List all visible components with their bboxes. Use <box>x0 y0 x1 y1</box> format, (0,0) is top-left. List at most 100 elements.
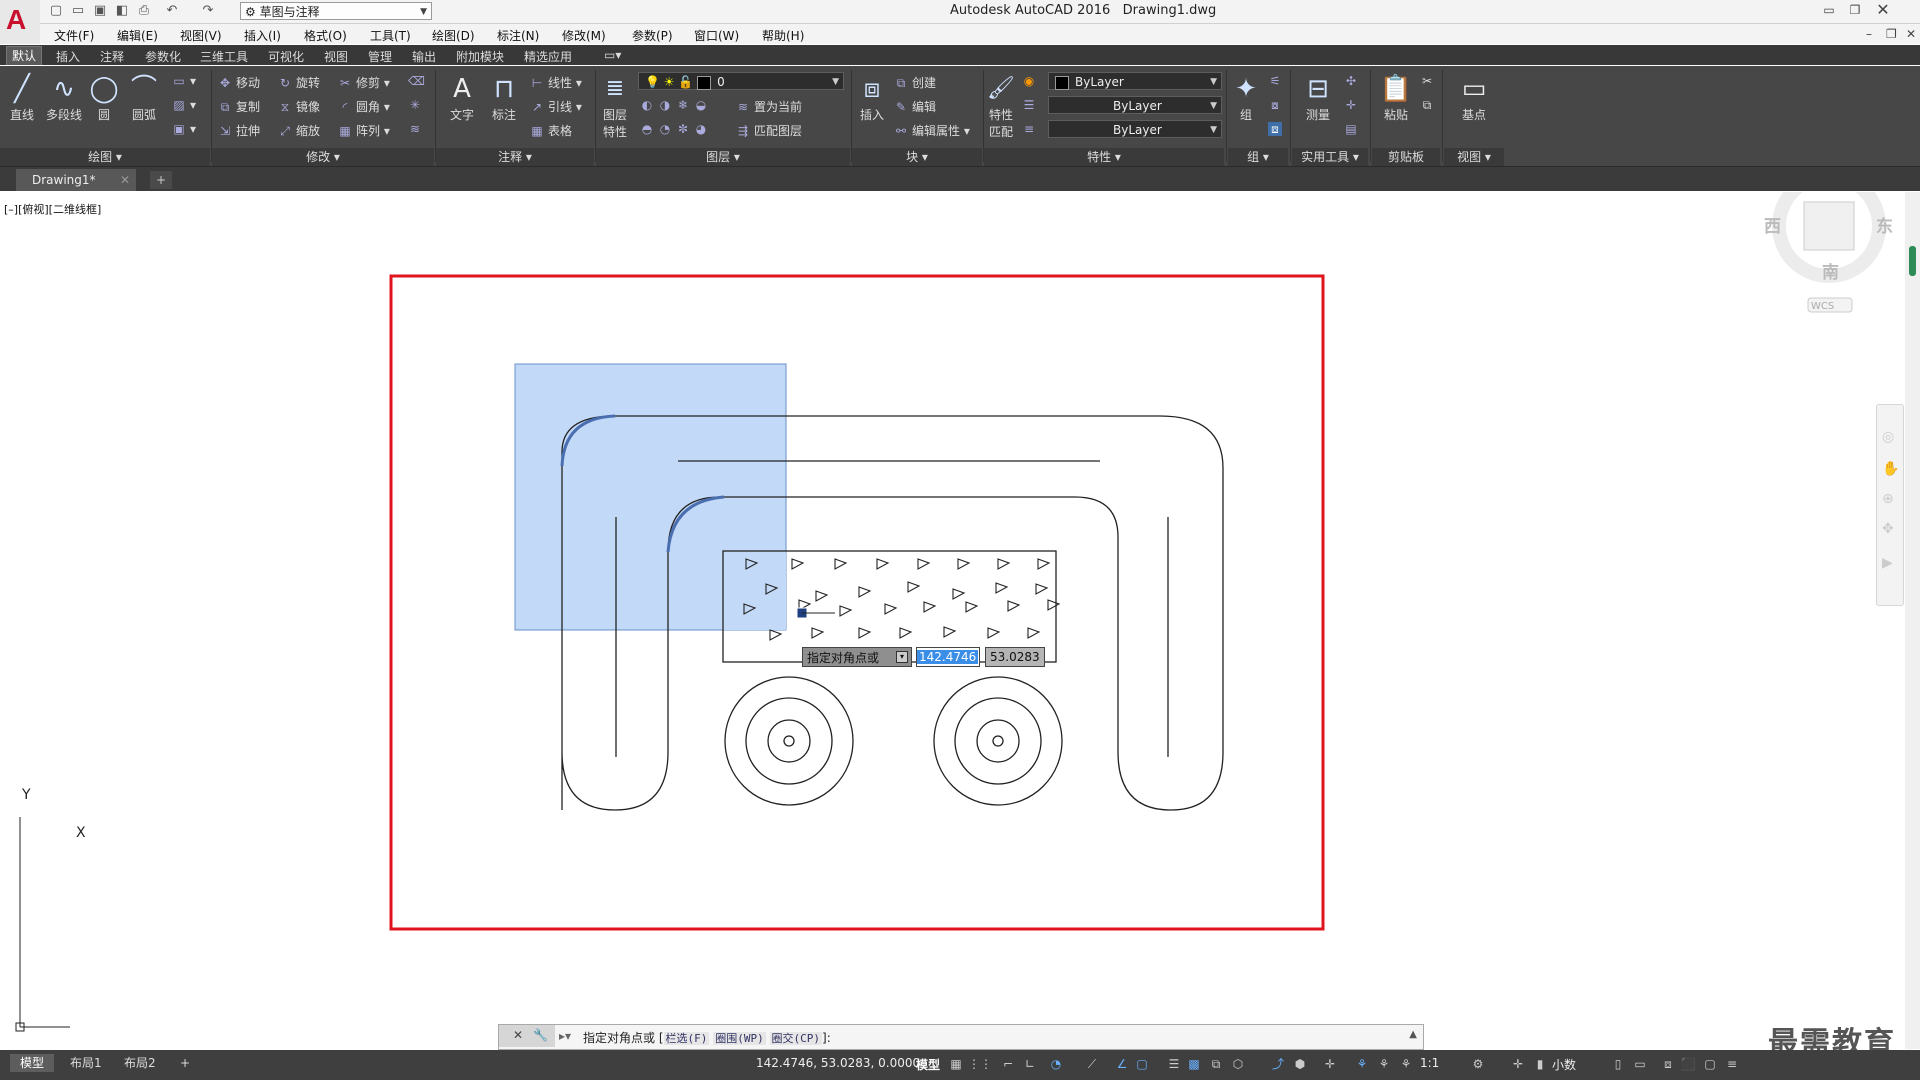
open-file-icon[interactable]: ▭ <box>70 3 86 19</box>
tab-insert[interactable]: 插入 <box>56 48 80 65</box>
gizmo-icon[interactable]: ✛ <box>1322 1056 1338 1072</box>
ortho-icon[interactable]: ∟ <box>1022 1056 1038 1072</box>
polyline-button[interactable]: ∿ 多段线 <box>44 72 84 123</box>
annotation-visibility-icon[interactable]: ⚘ <box>1354 1056 1370 1072</box>
cut-icon[interactable]: ✂ <box>1420 74 1438 88</box>
compass-south[interactable]: 南 <box>1822 262 1839 283</box>
quick-select-icon[interactable]: ✣ <box>1344 74 1362 88</box>
auto-scale-icon[interactable]: ⚘ <box>1376 1056 1392 1072</box>
option-fence[interactable]: 栏选(F) <box>663 1032 710 1045</box>
menu-insert[interactable]: 插入(I) <box>244 27 281 44</box>
scrollbar-thumb[interactable] <box>1909 246 1916 276</box>
showmotion-icon[interactable]: ▶ <box>1882 555 1893 571</box>
close-icon[interactable]: ✕ <box>513 1028 523 1042</box>
ribbon-toggle-icon[interactable]: ▭▾ <box>604 48 621 62</box>
compass-west[interactable]: 西 <box>1764 217 1781 237</box>
tab-visualize[interactable]: 可视化 <box>268 48 304 65</box>
trim-button[interactable]: ✂ 修剪 ▾ <box>338 74 390 91</box>
fillet-button[interactable]: ◜ 圆角 ▾ <box>338 98 390 115</box>
3d-osnap-icon[interactable]: ⬡ <box>1230 1056 1246 1072</box>
workspace-switch-icon[interactable]: ⚙ <box>1470 1056 1486 1072</box>
menu-view[interactable]: 视图(V) <box>180 27 222 44</box>
set-current-button[interactable]: ≋ 置为当前 <box>736 98 802 115</box>
tab-model[interactable]: 模型 <box>10 1054 55 1072</box>
restore-icon[interactable]: ❐ <box>1846 2 1864 18</box>
edit-attributes-button[interactable]: ⚯ 编辑属性 ▾ <box>894 122 970 139</box>
annotation-panel-footer[interactable]: 注释 ▾ <box>436 148 594 166</box>
group-button[interactable]: ✦ 组 <box>1228 72 1264 123</box>
workspace-select[interactable]: ⚙ 草图与注释 ▼ <box>240 2 432 20</box>
region-button[interactable]: ▣ ▾ <box>172 122 196 136</box>
hatch-button[interactable]: ▨ ▾ <box>172 98 196 112</box>
units-value[interactable]: 小数 <box>1552 1056 1576 1073</box>
rectangle-button[interactable]: ▭ ▾ <box>172 74 196 88</box>
arc-button[interactable]: ⌒ 圆弧 <box>126 72 162 123</box>
ungroup-icon[interactable]: ⚟ <box>1268 74 1286 88</box>
tab-layout2[interactable]: 布局2 <box>114 1054 166 1072</box>
lineweight-icon[interactable]: ≡ <box>1022 122 1040 136</box>
option-cpolygon[interactable]: 圈交(CP) <box>769 1032 823 1045</box>
insert-block-button[interactable]: ⧈ 插入 <box>854 72 890 123</box>
model-space-button[interactable]: 模型 <box>916 1056 940 1073</box>
group-edit-icon[interactable]: ⧇ <box>1268 98 1286 112</box>
new-tab-icon[interactable]: + <box>150 171 172 189</box>
tab-addins[interactable]: 附加模块 <box>456 48 504 65</box>
mirror-button[interactable]: ⧖ 镜像 <box>278 98 320 115</box>
lineweight-toggle-icon[interactable]: ☰ <box>1166 1056 1182 1072</box>
tab-view[interactable]: 视图 <box>324 48 348 65</box>
tab-annotate[interactable]: 注释 <box>100 48 124 65</box>
edit-block-button[interactable]: ✎ 编辑 <box>894 98 936 115</box>
wrench-icon[interactable]: 🔧 <box>533 1028 548 1042</box>
erase-button[interactable]: ⌫ <box>408 74 426 88</box>
color-wheel-icon[interactable]: ◉ <box>1022 74 1040 88</box>
view-panel-footer[interactable]: 视图 ▾ <box>1444 148 1504 166</box>
new-layout-icon[interactable]: + <box>170 1054 200 1072</box>
orbit-icon[interactable]: ✥ <box>1882 521 1894 537</box>
menu-help[interactable]: 帮助(H) <box>762 27 804 44</box>
color-select[interactable]: ByLayer ▼ <box>1048 72 1222 90</box>
redo-icon[interactable]: ↷ <box>200 3 216 19</box>
dimension-button[interactable]: ⊓ 标注 <box>486 72 522 123</box>
group-select-icon[interactable]: ⧈ <box>1268 122 1286 136</box>
tab-featured-apps[interactable]: 精选应用 <box>524 48 572 65</box>
line-button[interactable]: ╱ 直线 <box>4 72 40 123</box>
menu-format[interactable]: 格式(O) <box>304 27 347 44</box>
measure-button[interactable]: ⊟ 测量 <box>1298 72 1338 123</box>
infer-icon[interactable]: ⌐ <box>1000 1056 1016 1072</box>
move-button[interactable]: ✥ 移动 <box>218 74 260 91</box>
annotation-scale-value[interactable]: 1:1 <box>1420 1056 1439 1070</box>
close-icon[interactable]: ✕ <box>120 169 130 191</box>
annotation-scale-icon[interactable]: ⚘ <box>1398 1056 1414 1072</box>
options-arrow-icon[interactable]: ▾ <box>896 651 908 663</box>
properties-panel-footer[interactable]: 特性 ▾ <box>984 148 1224 166</box>
quick-properties-icon[interactable]: ▯ <box>1610 1056 1626 1072</box>
menu-window[interactable]: 窗口(W) <box>694 27 739 44</box>
layer-tools-row2[interactable]: ◓ ◔ ✼ ◕ <box>640 122 712 136</box>
calculator-icon[interactable]: ▤ <box>1344 122 1362 136</box>
object-snap-icon[interactable]: ▢ <box>1134 1056 1150 1072</box>
layer-tools-row1[interactable]: ◐ ◑ ❄ ◒ <box>640 98 712 112</box>
viewcube[interactable]: 北 南 东 西 WCS <box>1764 192 1893 313</box>
lock-ui-icon[interactable]: ▭ <box>1632 1056 1648 1072</box>
option-wpolygon[interactable]: 圈围(WP) <box>713 1032 766 1045</box>
pan-icon[interactable]: ✋ <box>1882 461 1899 477</box>
tab-3d-tools[interactable]: 三维工具 <box>200 48 248 65</box>
dynamic-ucs-icon[interactable]: ⤴ <box>1270 1056 1286 1072</box>
stretch-button[interactable]: ⇲ 拉伸 <box>218 122 260 139</box>
tab-output[interactable]: 输出 <box>412 48 436 65</box>
base-view-button[interactable]: ▭ 基点 <box>1454 72 1494 123</box>
annotation-monitor-icon[interactable]: ✛ <box>1510 1056 1526 1072</box>
steering-wheel-icon[interactable]: ◎ <box>1882 429 1894 445</box>
customization-menu-icon[interactable]: ≡ <box>1724 1056 1740 1072</box>
array-button[interactable]: ▦ 阵列 ▾ <box>338 122 390 139</box>
dynamic-input-x[interactable]: 142.4746 <box>916 647 980 667</box>
layers-panel-footer[interactable]: 图层 ▾ <box>596 148 850 166</box>
print-icon[interactable]: ⎙ <box>136 3 152 19</box>
table-button[interactable]: ▦ 表格 <box>530 122 572 139</box>
zoom-extents-icon[interactable]: ⊕ <box>1882 491 1894 507</box>
scale-button[interactable]: ⤢ 缩放 <box>278 122 320 139</box>
circle-button[interactable]: ◯ 圆 <box>86 72 122 123</box>
command-prompt-icon[interactable]: ▸▾ <box>559 1029 571 1043</box>
minimize-icon[interactable]: ▭ <box>1820 2 1838 18</box>
leader-button[interactable]: ↗ 引线 ▾ <box>530 98 582 115</box>
